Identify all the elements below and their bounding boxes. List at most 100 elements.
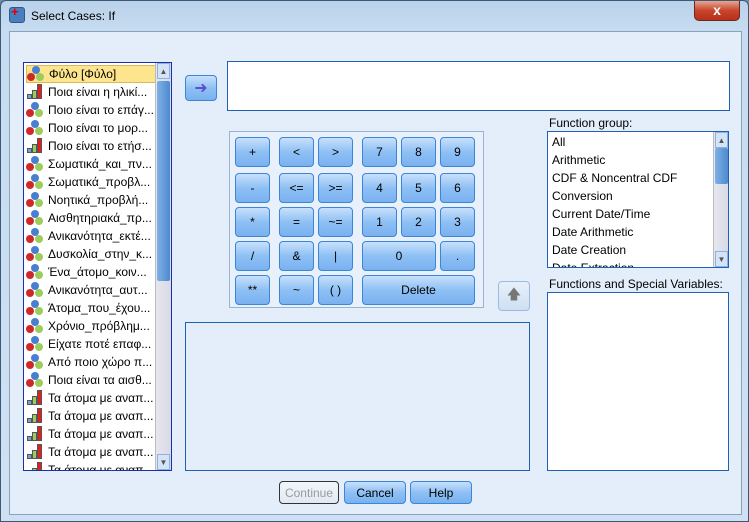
function-group-item[interactable]: All [552, 135, 565, 149]
keypad-button[interactable]: = [279, 207, 314, 237]
keypad-button[interactable]: - [235, 173, 270, 203]
keypad-button[interactable]: ** [235, 275, 270, 305]
expression-input[interactable] [227, 61, 730, 111]
keypad-button[interactable]: . [440, 241, 475, 271]
function-group-label: Function group: [549, 116, 633, 130]
cancel-button[interactable]: Cancel [344, 481, 406, 504]
function-group-scrollbar[interactable]: ▲ ▼ [713, 132, 728, 267]
move-variable-button[interactable]: ➜ [185, 75, 217, 101]
continue-button[interactable]: Continue [279, 481, 339, 504]
keypad-button[interactable]: 3 [440, 207, 475, 237]
keypad-button[interactable]: 0 [362, 241, 436, 271]
window-title: Select Cases: If [31, 9, 116, 23]
scale-variable-icon [26, 84, 44, 100]
keypad-button[interactable]: 8 [401, 137, 436, 167]
variable-item[interactable]: Δυσκολία_στην_κ... [26, 245, 156, 263]
variable-item[interactable]: Άτομα_που_έχου... [26, 299, 156, 317]
keypad-button[interactable]: ~ [279, 275, 314, 305]
variable-item[interactable]: Τα άτομα με αναπ... [26, 389, 156, 407]
variable-label: Φύλο [Φύλο] [49, 67, 117, 81]
nominal-variable-icon [26, 102, 44, 118]
nominal-variable-icon [26, 192, 44, 208]
variable-item[interactable]: Είχατε ποτέ επαφ... [26, 335, 156, 353]
function-group-item[interactable]: Current Date/Time [552, 207, 650, 221]
keypad-button[interactable]: 9 [440, 137, 475, 167]
keypad-button[interactable]: & [279, 241, 314, 271]
variable-list[interactable]: Τα άτομα με αναπ... Τα άτομα με αναπ... Τα… [23, 62, 172, 471]
variable-item[interactable]: Νοητικά_προβλή... [26, 191, 156, 209]
variable-item[interactable]: Ανικανότητα_αυτ... [26, 281, 156, 299]
variable-item[interactable]: Από ποιο χώρο π... [26, 353, 156, 371]
keypad-button[interactable]: 4 [362, 173, 397, 203]
scale-variable-icon [26, 462, 44, 470]
scroll-thumb[interactable] [715, 148, 728, 184]
keypad-button[interactable]: | [318, 241, 353, 271]
variable-label: Ανικανότητα_εκτέ... [48, 229, 151, 243]
variable-item[interactable]: Τα άτομα με αναπ... [26, 443, 156, 461]
variable-item[interactable]: Τα άτομα με αναπ... [26, 461, 156, 470]
variable-label: Ανικανότητα_αυτ... [48, 283, 148, 297]
function-group-list[interactable]: Date Extraction Date Creation Date Arithme… [547, 131, 729, 268]
variable-item[interactable]: Ποιο είναι το επάγ... [26, 101, 156, 119]
variable-item[interactable]: Φύλο [Φύλο] [26, 65, 156, 83]
keypad-button[interactable]: ( ) [318, 275, 353, 305]
variable-list-scrollbar[interactable]: ▲ ▼ [155, 63, 171, 470]
scroll-down-icon[interactable]: ▼ [157, 454, 170, 470]
keypad-button[interactable]: 7 [362, 137, 397, 167]
keypad-button[interactable]: > [318, 137, 353, 167]
functions-list[interactable] [547, 292, 729, 471]
select-cases-if-dialog: Select Cases: If x Τα άτομα με αναπ...Τα… [0, 0, 749, 522]
scroll-down-icon[interactable]: ▼ [715, 251, 728, 267]
function-group-item[interactable]: Date Arithmetic [552, 225, 633, 239]
close-button[interactable]: x [694, 1, 740, 21]
keypad-button[interactable]: <= [279, 173, 314, 203]
function-group-item[interactable]: Conversion [552, 189, 613, 203]
keypad-button[interactable]: < [279, 137, 314, 167]
keypad-button[interactable]: / [235, 241, 270, 271]
variable-item[interactable]: Τα άτομα με αναπ... [26, 425, 156, 443]
keypad-button[interactable]: >= [318, 173, 353, 203]
variable-item[interactable]: Αισθητηριακά_πρ... [26, 209, 156, 227]
function-group-item[interactable]: CDF & Noncentral CDF [552, 171, 677, 185]
function-group-item[interactable]: Arithmetic [552, 153, 605, 167]
app-icon [9, 4, 25, 23]
keypad-button[interactable]: ~= [318, 207, 353, 237]
variable-item[interactable]: Χρόνιο_πρόβλημ... [26, 317, 156, 335]
calculator-keypad: + < >7 8 9 - <= >= 4 5 6 * = ~= 1 2 3 /& | 0. ** ~( ) Delete [229, 131, 484, 308]
keypad-button[interactable]: 5 [401, 173, 436, 203]
keypad-button[interactable]: 6 [440, 173, 475, 203]
variable-label: Ποιο είναι το επάγ... [48, 103, 154, 117]
function-group-item[interactable]: Date Creation [552, 243, 626, 257]
functions-label: Functions and Special Variables: [549, 277, 723, 291]
variable-label: Δυσκολία_στην_κ... [48, 247, 153, 261]
variable-item[interactable]: Ανικανότητα_εκτέ... [26, 227, 156, 245]
keypad-button[interactable]: 2 [401, 207, 436, 237]
variable-item[interactable]: Ποιο είναι το ετήσ... [26, 137, 156, 155]
keypad-button[interactable]: Delete [362, 275, 475, 305]
variable-item[interactable]: Σωματικά_προβλ... [26, 173, 156, 191]
help-button[interactable]: Help [410, 481, 472, 504]
variable-item[interactable]: Ποια είναι τα αισθ... [26, 371, 156, 389]
nominal-variable-icon [26, 354, 44, 370]
nominal-variable-icon [27, 66, 45, 82]
move-function-button[interactable]: 🡅 [498, 281, 530, 311]
scroll-thumb[interactable] [157, 81, 170, 281]
variable-item[interactable]: Ένα_άτομο_κοιν... [26, 263, 156, 281]
scroll-up-icon[interactable]: ▲ [157, 63, 170, 79]
variable-label: Άτομα_που_έχου... [48, 301, 151, 315]
variable-item[interactable]: Τα άτομα με αναπ... [26, 407, 156, 425]
keypad-button[interactable]: + [235, 137, 270, 167]
variable-label: Τα άτομα με αναπ... [48, 445, 154, 459]
variable-label: Σωματικά_προβλ... [48, 175, 151, 189]
nominal-variable-icon [26, 264, 44, 280]
scroll-up-icon[interactable]: ▲ [715, 132, 728, 148]
variable-label: Τα άτομα με αναπ... [48, 391, 154, 405]
variable-item[interactable]: Ποιο είναι το μορ... [26, 119, 156, 137]
variable-item[interactable]: Σωματικά_και_πν... [26, 155, 156, 173]
nominal-variable-icon [26, 246, 44, 262]
keypad-button[interactable]: * [235, 207, 270, 237]
variable-item[interactable]: Ποια είναι η ηλικί... [26, 83, 156, 101]
keypad-button[interactable]: 1 [362, 207, 397, 237]
function-group-item[interactable]: Date Extraction [552, 261, 634, 267]
variable-label: Ένα_άτομο_κοιν... [48, 265, 147, 279]
